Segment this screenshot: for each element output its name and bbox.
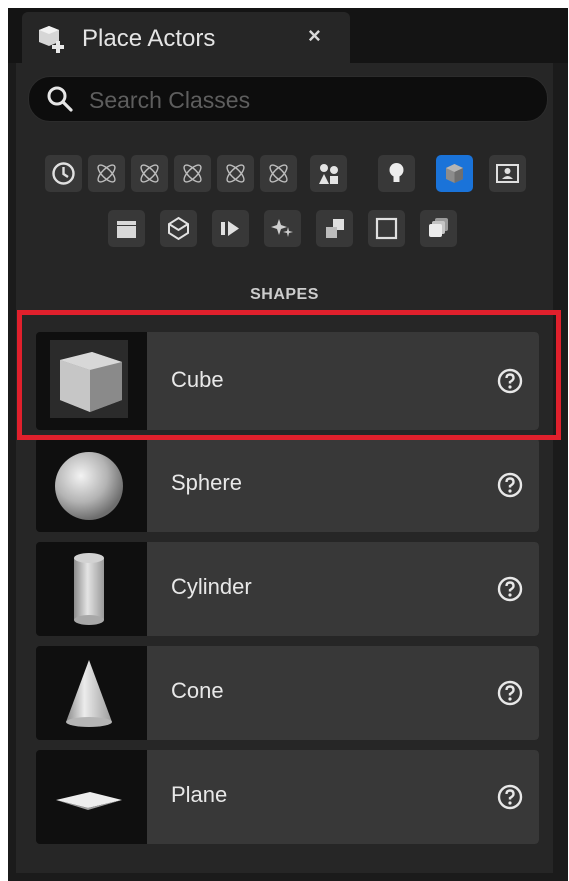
category-lights[interactable] xyxy=(131,155,168,192)
item-label: Sphere xyxy=(171,470,242,495)
category-cinematic[interactable] xyxy=(174,155,211,192)
tab-strip: Place Actors × xyxy=(8,8,568,64)
category-all-lights[interactable] xyxy=(378,155,415,192)
sparkles-icon xyxy=(271,219,293,237)
category-media[interactable] xyxy=(212,210,249,247)
list-item-plane[interactable]: Plane xyxy=(36,750,539,844)
category-basic[interactable] xyxy=(88,155,125,192)
help-icon[interactable] xyxy=(497,576,523,602)
category-geometry[interactable] xyxy=(260,155,297,192)
list-item-cube[interactable]: Cube xyxy=(36,332,539,430)
boxes-icon xyxy=(326,219,344,238)
stacked-layers-icon xyxy=(429,218,448,237)
item-label: Cylinder xyxy=(171,574,252,599)
cylinder-thumbnail-icon xyxy=(74,553,104,625)
plane-thumbnail-icon xyxy=(56,792,122,810)
lightbulb-icon xyxy=(389,163,404,182)
play-media-icon xyxy=(221,221,239,236)
search-input[interactable] xyxy=(87,83,531,117)
atom-icon xyxy=(97,164,116,183)
cone-thumbnail-icon xyxy=(66,660,112,727)
help-icon[interactable] xyxy=(497,680,523,706)
list-item-cone[interactable]: Cone xyxy=(36,646,539,740)
help-icon[interactable] xyxy=(497,784,523,810)
atom-icon xyxy=(269,164,288,183)
sphere-thumbnail-icon xyxy=(55,452,123,520)
search-icon xyxy=(47,86,73,112)
place-actors-icon xyxy=(39,26,64,53)
category-cinematic-camera[interactable] xyxy=(108,210,145,247)
category-recently-placed[interactable] xyxy=(45,155,82,192)
actors-group-icon xyxy=(319,164,338,184)
category-boxes[interactable] xyxy=(316,210,353,247)
square-outline-icon xyxy=(375,217,398,240)
person-card-icon xyxy=(496,164,519,183)
tab-title: Place Actors xyxy=(82,25,216,52)
atom-icon xyxy=(140,164,159,183)
category-shapes[interactable] xyxy=(436,155,473,192)
atom-icon xyxy=(183,164,202,183)
clock-icon xyxy=(52,162,75,185)
clapperboard-icon xyxy=(117,221,136,238)
help-icon[interactable] xyxy=(497,368,523,394)
category-all-classes[interactable] xyxy=(420,210,457,247)
tab-place-actors[interactable]: Place Actors × xyxy=(22,12,350,64)
category-effects[interactable] xyxy=(264,210,301,247)
category-visual-effects[interactable] xyxy=(217,155,254,192)
search-box[interactable] xyxy=(28,76,548,122)
help-icon[interactable] xyxy=(497,472,523,498)
category-actor[interactable] xyxy=(489,155,526,192)
geometry-icon xyxy=(168,216,189,241)
close-icon[interactable]: × xyxy=(308,23,321,49)
cube-icon xyxy=(446,164,463,183)
item-label: Plane xyxy=(171,782,228,807)
list-item-cylinder[interactable]: Cylinder xyxy=(36,542,539,636)
category-volumes[interactable] xyxy=(310,155,347,192)
category-geometry-brush[interactable] xyxy=(160,210,197,247)
atom-icon xyxy=(226,164,245,183)
list-item-sphere[interactable]: Sphere xyxy=(36,438,539,532)
section-title: SHAPES xyxy=(250,286,319,303)
item-label: Cone xyxy=(171,678,224,703)
cube-thumbnail-icon xyxy=(50,340,128,418)
item-label: Cube xyxy=(171,367,224,392)
category-volumes-box[interactable] xyxy=(368,210,405,247)
